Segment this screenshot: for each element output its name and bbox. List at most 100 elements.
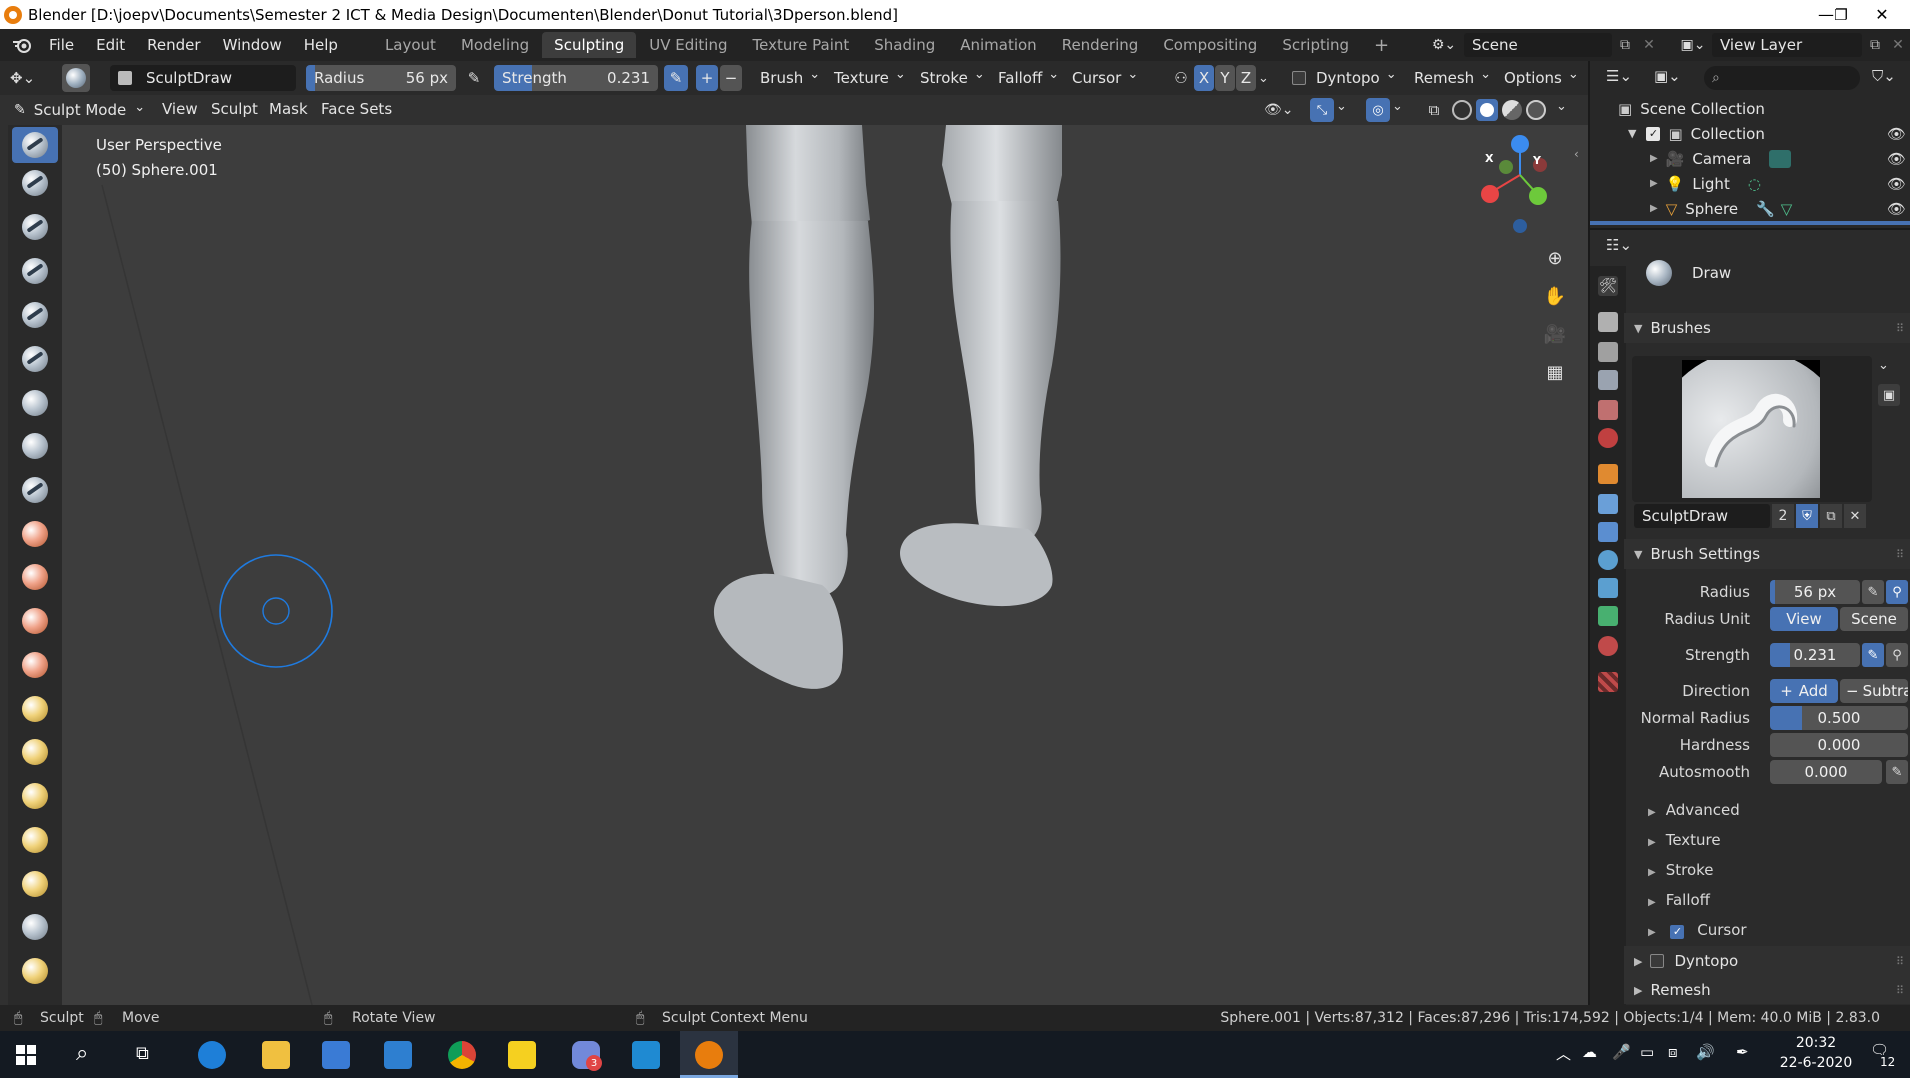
collection-checkbox[interactable]: ✓: [1646, 126, 1661, 141]
tool-scrape[interactable]: [12, 647, 58, 683]
radius-unified-toggle-icon[interactable]: ⚲: [1886, 580, 1908, 604]
normal-radius-field[interactable]: 0.500: [1770, 706, 1908, 730]
scene-field[interactable]: Scene: [1464, 33, 1612, 57]
tab-world-icon[interactable]: [1598, 428, 1618, 448]
tray-overflow-icon[interactable]: ︿: [1556, 1043, 1571, 1064]
onedrive-icon[interactable]: ☁: [1582, 1043, 1597, 1061]
light-eye-icon[interactable]: 👁: [1887, 175, 1906, 193]
brush-dropdown[interactable]: Brush: [754, 65, 826, 91]
tool-elastic-deform[interactable]: [12, 822, 58, 858]
cursor-dropdown[interactable]: Cursor: [1066, 65, 1144, 91]
tool-pose[interactable]: [12, 953, 58, 989]
subpanel-stroke[interactable]: ▶ Stroke: [1648, 861, 1714, 879]
outliner-row-light[interactable]: ▶ 💡 Light ◌ 👁: [1590, 171, 1910, 196]
close-button[interactable]: ✕: [1854, 0, 1910, 29]
camera-expand-arrow[interactable]: ▶: [1650, 153, 1658, 164]
menu-face-sets[interactable]: Face Sets: [314, 98, 399, 120]
tab-particles-icon[interactable]: [1598, 522, 1618, 542]
camera-eye-icon[interactable]: 👁: [1887, 150, 1906, 168]
outliner-row-camera[interactable]: ▶ 🎥 Camera 👁: [1590, 146, 1910, 171]
menu-edit[interactable]: Edit: [85, 36, 136, 54]
material-shading-icon[interactable]: [1502, 100, 1522, 120]
tool-pinch[interactable]: [12, 734, 58, 770]
brush-preview-frame[interactable]: [1632, 356, 1872, 502]
view-layer-field[interactable]: View Layer: [1712, 33, 1862, 57]
tab-render-icon[interactable]: [1598, 312, 1618, 332]
tool-blob[interactable]: [12, 428, 58, 464]
radius-slider[interactable]: Radius 56 px: [306, 65, 456, 91]
dyntopo-panel-header[interactable]: ▶ Dyntopo ⠿: [1624, 946, 1910, 976]
radius-unit-view-button[interactable]: View: [1770, 607, 1838, 631]
brush-settings-panel-header[interactable]: ▼ Brush Settings ⠿: [1624, 539, 1910, 569]
solid-shading-icon[interactable]: [1476, 99, 1498, 121]
tool-smooth[interactable]: [12, 516, 58, 552]
delete-scene-icon[interactable]: ✕: [1638, 33, 1660, 57]
microsoft-store-icon[interactable]: [322, 1041, 350, 1069]
brush-datablock-name[interactable]: SculptDraw: [1634, 504, 1770, 528]
radius-pressure-toggle-icon[interactable]: ✎: [1862, 580, 1884, 604]
task-view-icon[interactable]: ⧉: [136, 1043, 149, 1064]
perspective-toggle-icon[interactable]: ▦: [1540, 357, 1570, 387]
maximize-button[interactable]: ❐: [1826, 0, 1856, 29]
menu-sculpt[interactable]: Sculpt: [204, 98, 265, 120]
tab-data-icon[interactable]: [1598, 606, 1618, 626]
tab-texture-icon[interactable]: [1598, 672, 1618, 692]
tool-clay-thumb[interactable]: [12, 297, 58, 333]
remesh-dropdown[interactable]: Remesh: [1408, 65, 1497, 91]
mail-icon[interactable]: [384, 1041, 412, 1069]
menu-render[interactable]: Render: [136, 36, 211, 54]
windows-start-icon[interactable]: [16, 1045, 36, 1065]
menu-help[interactable]: Help: [293, 36, 349, 54]
direction-add-prop-button[interactable]: + Add: [1770, 679, 1838, 703]
tool-clay[interactable]: [12, 209, 58, 245]
subpanel-cursor[interactable]: ▶ ✓ Cursor: [1648, 921, 1747, 939]
tab-view-layer-icon[interactable]: [1598, 370, 1618, 390]
brushes-panel-header[interactable]: ▼ Brushes ⠿: [1624, 313, 1910, 343]
mirror-x-toggle[interactable]: X: [1194, 65, 1214, 91]
strength-prop-field[interactable]: 0.231: [1770, 643, 1860, 667]
brush-name-field[interactable]: SculptDraw: [110, 65, 296, 91]
tab-scripting[interactable]: Scripting: [1270, 32, 1361, 58]
dyntopo-checkbox[interactable]: [1292, 71, 1306, 85]
3d-viewport[interactable]: User Perspective (50) Sphere.001 X Y Z ⊕…: [62, 125, 1588, 1005]
xray-toggle-icon[interactable]: ⧉: [1422, 98, 1446, 122]
subpanel-falloff[interactable]: ▶ Falloff: [1648, 891, 1710, 909]
mirror-y-toggle[interactable]: Y: [1215, 65, 1235, 91]
scene-selector-icon[interactable]: ⚙⌄: [1428, 33, 1460, 57]
tool-thumb[interactable]: [12, 909, 58, 945]
battery-icon[interactable]: ▭: [1640, 1043, 1654, 1061]
tool-crease[interactable]: [12, 472, 58, 508]
sticky-notes-icon[interactable]: [508, 1041, 536, 1069]
visibility-icon[interactable]: 👁⌄: [1264, 99, 1304, 121]
editor-type-selector[interactable]: ✥⌄: [10, 67, 48, 89]
tab-texture-paint[interactable]: Texture Paint: [740, 32, 861, 58]
chrome-browser-icon[interactable]: [448, 1041, 476, 1069]
zoom-icon[interactable]: ⊕: [1540, 243, 1570, 273]
tab-uv-editing[interactable]: UV Editing: [637, 32, 739, 58]
view-layer-selector-icon[interactable]: ▣⌄: [1676, 33, 1710, 57]
brushes-drag-handle[interactable]: ⠿: [1896, 322, 1904, 335]
tab-object-icon[interactable]: [1598, 464, 1618, 484]
strength-unified-toggle-icon[interactable]: ⚲: [1886, 643, 1908, 667]
overlay-toggle-icon[interactable]: ◎: [1366, 98, 1390, 122]
rendered-shading-icon[interactable]: [1526, 100, 1546, 120]
unlink-brush-icon[interactable]: ✕: [1844, 504, 1866, 528]
tool-draw-sharp[interactable]: [12, 165, 58, 201]
strength-pressure-icon[interactable]: ✎: [664, 65, 688, 91]
search-taskbar-icon[interactable]: ⌕: [76, 1041, 88, 1066]
radius-pressure-icon[interactable]: ✎: [462, 67, 486, 89]
collection-eye-icon[interactable]: 👁: [1887, 125, 1906, 143]
brush-custom-icon[interactable]: ▣: [1878, 384, 1900, 406]
tab-rendering[interactable]: Rendering: [1050, 32, 1151, 58]
tool-snake-hook[interactable]: [12, 866, 58, 902]
blender-menu-icon[interactable]: [10, 35, 34, 55]
brush-users-count[interactable]: 2: [1772, 504, 1794, 528]
light-expand-arrow[interactable]: ▶: [1650, 178, 1658, 189]
menu-window[interactable]: Window: [212, 36, 293, 54]
mirror-z-toggle[interactable]: Z: [1236, 65, 1256, 91]
tool-flatten[interactable]: [12, 559, 58, 595]
subpanel-texture[interactable]: ▶ Texture: [1648, 831, 1721, 849]
radius-unit-scene-button[interactable]: Scene: [1840, 607, 1908, 631]
subpanel-advanced[interactable]: ▶ Advanced: [1648, 801, 1740, 819]
sphere-expand-arrow[interactable]: ▶: [1650, 203, 1658, 214]
